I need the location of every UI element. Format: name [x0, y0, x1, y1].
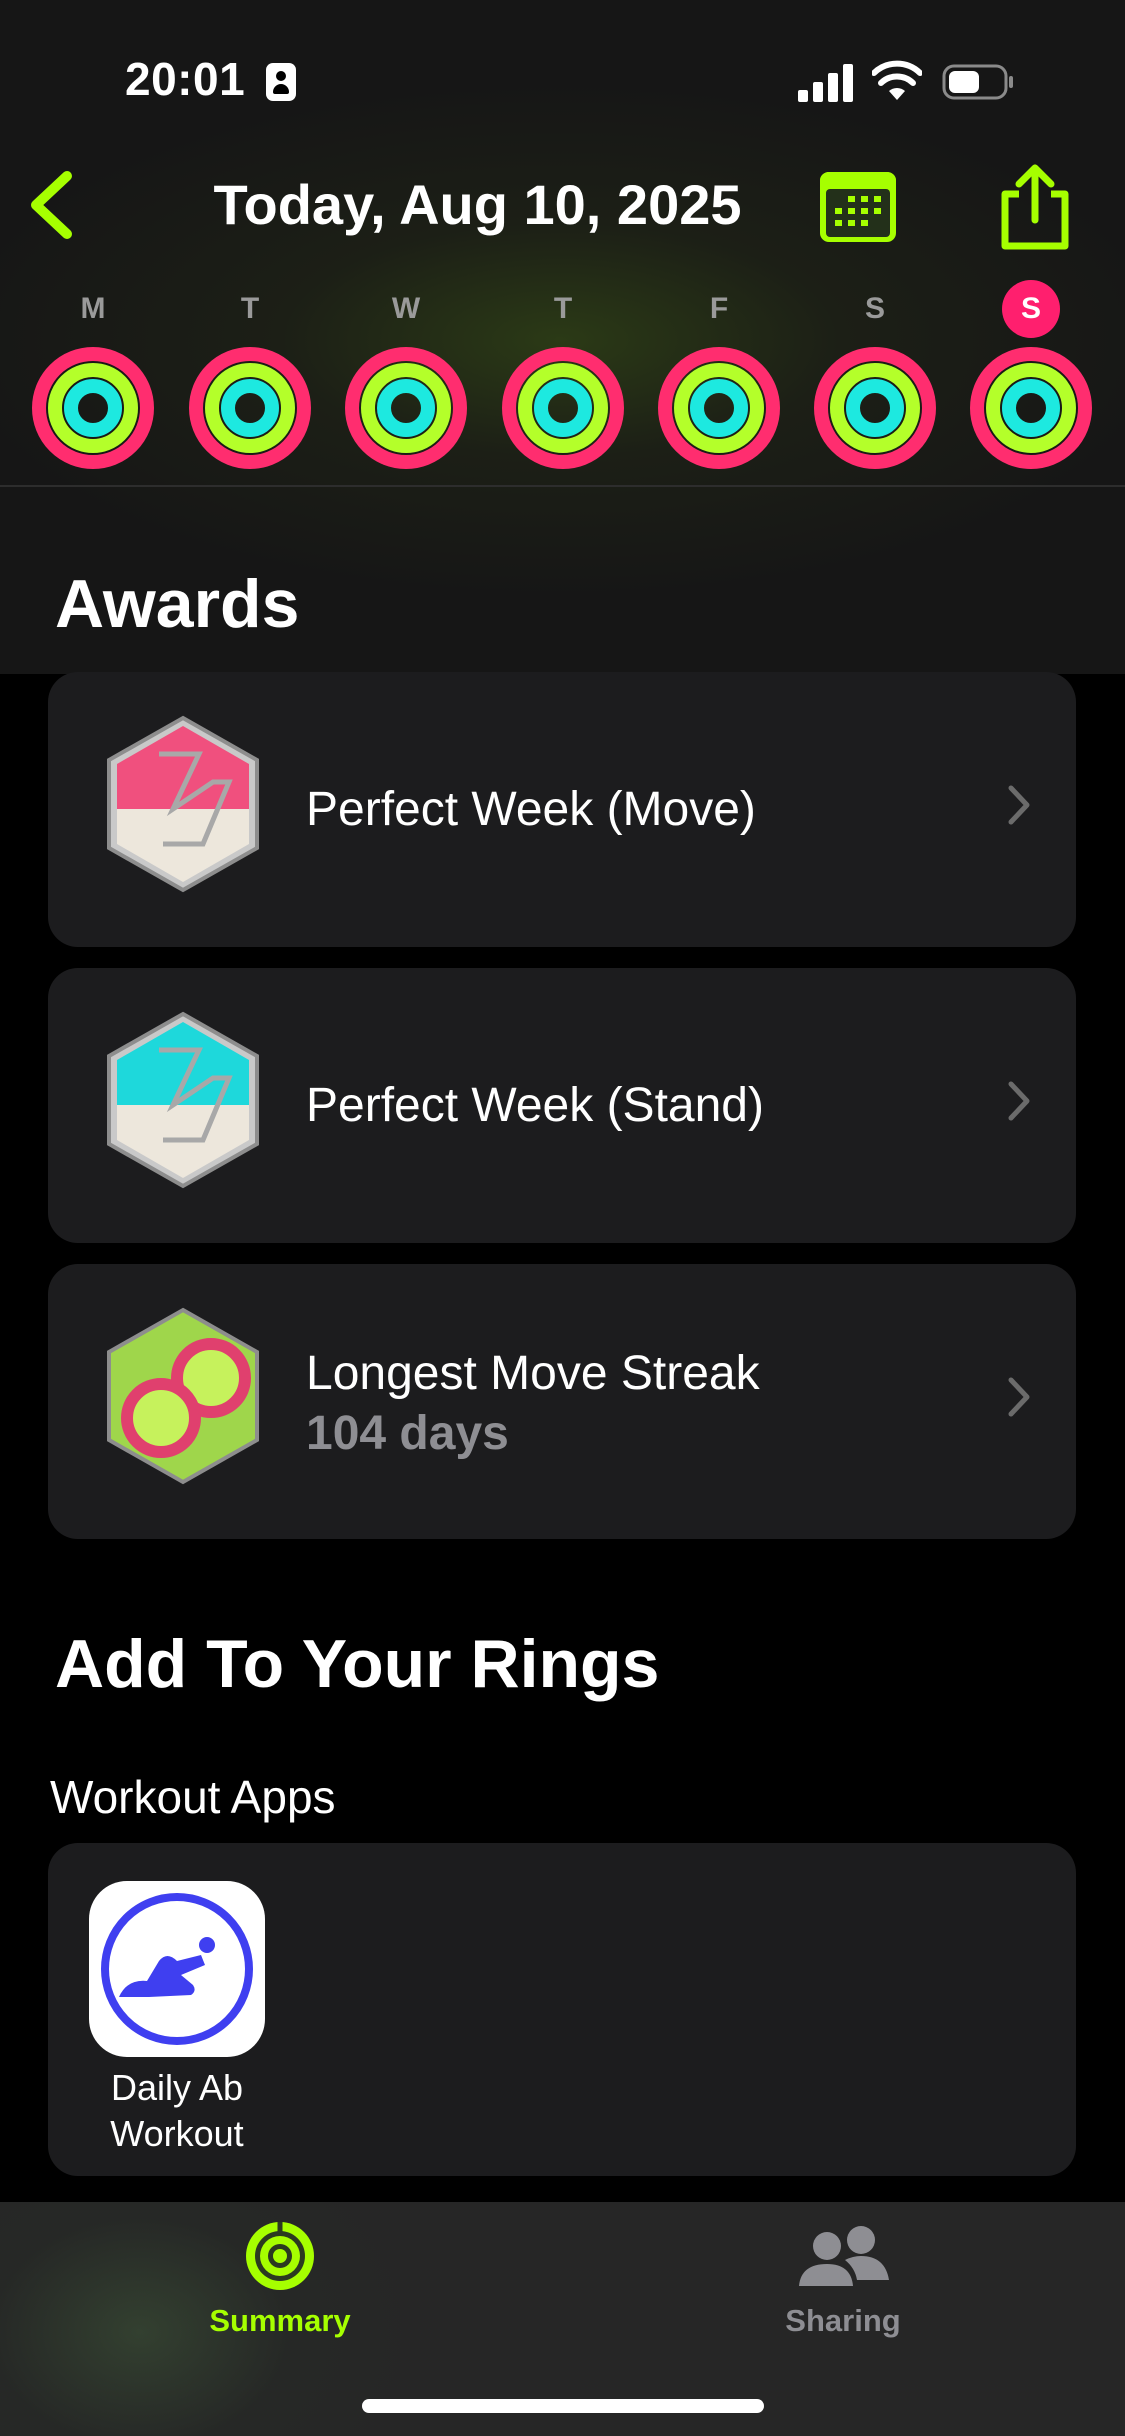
award-subtitle: 104 days [306, 1407, 509, 1460]
activity-rings-icon [246, 2222, 314, 2290]
activity-rings-icon [345, 347, 467, 469]
perfect-week-stand-badge-icon [107, 1011, 259, 1189]
app-label: Daily Ab Workout [48, 2065, 306, 2157]
status-bar: 20:01 [0, 0, 1125, 165]
day-label: T [553, 292, 573, 325]
day-friday[interactable]: F [649, 280, 789, 470]
activity-rings-icon [189, 347, 311, 469]
day-label: M [80, 292, 106, 325]
award-row-perfect-week-stand[interactable]: Perfect Week (Stand) [48, 968, 1076, 1243]
activity-rings-icon [814, 347, 936, 469]
award-row-perfect-week-move[interactable]: Perfect Week (Move) [48, 672, 1076, 947]
day-wednesday[interactable]: W [336, 280, 476, 470]
activity-rings-icon [32, 347, 154, 469]
header-divider [0, 485, 1125, 487]
day-thursday[interactable]: T [493, 280, 633, 470]
award-title: Longest Move Streak [306, 1347, 760, 1400]
calendar-icon[interactable] [818, 170, 898, 244]
chevron-right-icon [1008, 1377, 1030, 1417]
chevron-right-icon [1008, 785, 1030, 825]
day-label: T [240, 292, 260, 325]
activity-rings-icon [502, 347, 624, 469]
perfect-week-move-badge-icon [107, 715, 259, 893]
chevron-right-icon [1008, 1081, 1030, 1121]
day-tuesday[interactable]: T [180, 280, 320, 470]
tab-summary[interactable]: Summary [130, 2216, 430, 2339]
app-label-line1: Daily Ab [110, 2067, 244, 2108]
day-monday[interactable]: M [23, 280, 163, 470]
activity-rings-icon [970, 347, 1092, 469]
award-row-longest-move-streak[interactable]: Longest Move Streak 104 days [48, 1264, 1076, 1539]
move-streak-badge-icon [107, 1307, 259, 1485]
day-saturday[interactable]: S [805, 280, 945, 470]
app-icon[interactable] [89, 1881, 265, 2057]
app-label-line2: Workout [110, 2113, 244, 2154]
wifi-icon [872, 60, 922, 100]
focus-person-icon [266, 63, 296, 101]
tab-sharing[interactable]: Sharing [693, 2216, 993, 2339]
day-label: F [709, 292, 729, 325]
day-label-selected: S [1002, 280, 1060, 338]
workout-apps-card: Daily Ab Workout [48, 1843, 1076, 2176]
share-icon[interactable] [995, 162, 1075, 252]
workout-apps-subheading: Workout Apps [50, 1771, 336, 1823]
home-indicator [362, 2399, 764, 2413]
day-label: S [864, 292, 885, 325]
day-label: W [391, 292, 421, 325]
cellular-signal-icon [798, 64, 854, 102]
activity-rings-icon [658, 347, 780, 469]
tab-label: Summary [209, 2303, 351, 2338]
situp-figure-icon [101, 1893, 253, 2045]
award-title: Perfect Week (Stand) [306, 1079, 764, 1132]
tab-label: Sharing [785, 2303, 901, 2338]
award-title: Perfect Week (Move) [306, 783, 756, 836]
awards-heading: Awards [55, 566, 300, 642]
day-sunday[interactable]: S [961, 280, 1101, 470]
week-strip: M T W T F S S [0, 280, 1125, 480]
status-time: 20:01 [125, 53, 246, 105]
page-title: Today, Aug 10, 2025 [213, 173, 742, 236]
add-to-rings-heading: Add To Your Rings [55, 1626, 660, 1702]
people-icon [799, 2226, 889, 2286]
battery-icon [942, 64, 1013, 100]
